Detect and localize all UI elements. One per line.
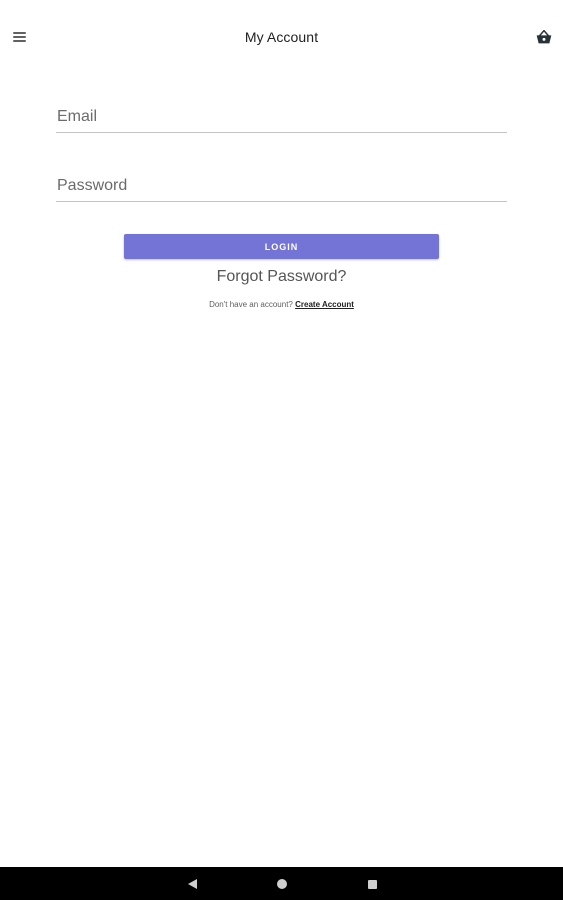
app-bar: My Account [0,0,563,74]
email-input[interactable] [56,108,507,126]
cart-button[interactable] [533,27,555,47]
app-root: My Account LOGIN Forgot Password? Don't … [0,0,563,900]
menu-button[interactable] [8,27,30,47]
back-triangle-icon [187,879,197,889]
create-account-link[interactable]: Create Account [295,300,354,309]
nav-back-button[interactable] [181,873,203,895]
login-button[interactable]: LOGIN [124,234,439,259]
home-circle-icon [277,879,287,889]
shopping-basket-icon [536,30,552,44]
page-title: My Account [244,29,319,45]
hamburger-menu-icon [12,32,26,42]
android-navigation-bar [0,867,563,900]
email-field [56,89,507,133]
forgot-password-link[interactable]: Forgot Password? [0,268,563,286]
recents-square-icon [367,879,377,889]
signup-prompt-text: Don't have an account? [209,300,293,309]
nav-recents-button[interactable] [361,873,383,895]
password-input[interactable] [56,177,507,195]
password-field [56,158,507,202]
signup-prompt-line: Don't have an account? Create Account [0,300,563,309]
nav-home-button[interactable] [271,873,293,895]
